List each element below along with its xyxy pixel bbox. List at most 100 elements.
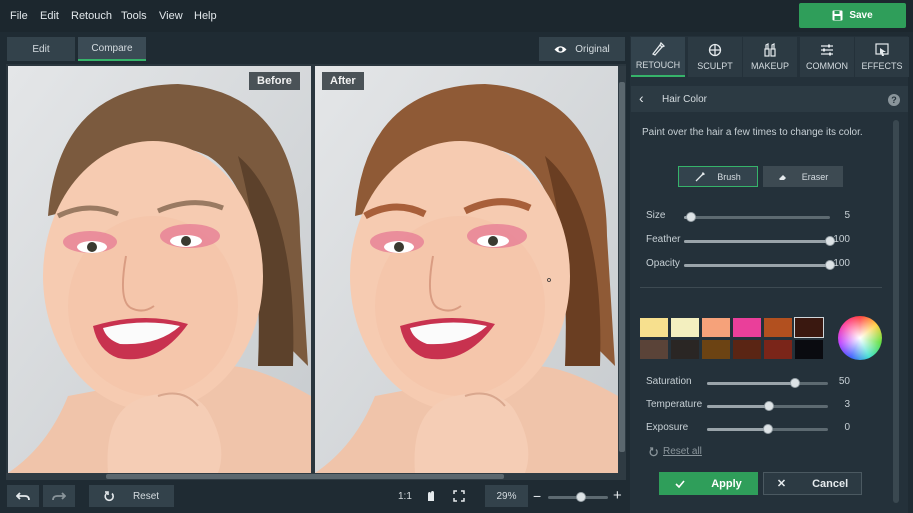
sculpt-icon	[708, 43, 722, 57]
slider-label-size: Size	[646, 210, 666, 221]
save-button[interactable]: Save	[799, 3, 906, 28]
sliders-icon	[821, 44, 833, 56]
edit-mode-label: Edit	[32, 43, 50, 55]
eraser-label: Eraser	[801, 171, 829, 182]
undo-button[interactable]	[7, 485, 39, 507]
slider-knob-temperature[interactable]	[764, 401, 774, 411]
brush-label: Brush	[717, 171, 741, 182]
reset-label: Reset	[132, 490, 160, 502]
zoom-slider-knob[interactable]	[576, 492, 586, 502]
reset-button[interactable]: Reset	[89, 485, 174, 507]
tab-retouch-label: RETOUCH	[635, 60, 681, 70]
apply-label: Apply	[711, 477, 742, 490]
compare-mode-button[interactable]: Compare	[78, 37, 146, 61]
check-icon	[675, 479, 685, 488]
slider-value-saturation: 50	[838, 376, 850, 387]
menu-file[interactable]: File	[10, 10, 28, 22]
color-swatch[interactable]	[640, 318, 668, 337]
cancel-button[interactable]: ✕ Cancel	[763, 472, 862, 495]
zoom-level-value: 29%	[496, 490, 517, 502]
menu-bar: File Edit Retouch Tools View Help	[0, 0, 913, 32]
panel-scrollbar[interactable]	[893, 120, 899, 503]
slider-value-size: 5	[844, 210, 850, 221]
slider-knob-size[interactable]	[686, 212, 696, 222]
menu-help[interactable]: Help	[194, 10, 217, 22]
vertical-scrollbar-thumb[interactable]	[619, 82, 625, 452]
help-icon[interactable]: ?	[888, 94, 900, 106]
portrait-before-image	[8, 66, 311, 473]
before-label: Before	[249, 72, 300, 90]
color-swatch[interactable]	[671, 318, 699, 337]
slider-value-feather: 100	[833, 234, 850, 245]
color-swatch[interactable]	[671, 340, 699, 359]
slider-value-exposure: 0	[844, 422, 850, 433]
slider-fill-temperature	[707, 405, 769, 408]
tab-effects[interactable]: EFFECTS	[855, 37, 909, 77]
vertical-scrollbar[interactable]	[618, 66, 626, 473]
brush-icon	[695, 171, 706, 181]
slider-track-size[interactable]	[684, 216, 830, 219]
slider-fill-feather	[684, 240, 830, 243]
menu-retouch[interactable]: Retouch	[71, 10, 112, 22]
tab-sculpt[interactable]: SCULPT	[688, 37, 742, 77]
slider-value-temperature: 3	[844, 399, 850, 410]
reset-icon	[104, 490, 114, 501]
before-photo[interactable]: Before	[8, 66, 311, 473]
zoom-level-field[interactable]: 29%	[485, 485, 528, 507]
tab-common[interactable]: COMMON	[800, 37, 854, 77]
menu-edit[interactable]: Edit	[40, 10, 59, 22]
slider-label-temperature: Temperature	[646, 399, 703, 410]
color-wheel[interactable]	[838, 316, 882, 360]
tab-effects-label: EFFECTS	[861, 61, 903, 71]
zoom-out-button[interactable]: −	[533, 489, 541, 503]
actual-size-button[interactable]: 1:1	[398, 491, 412, 502]
color-swatch[interactable]	[640, 340, 668, 359]
horizontal-scrollbar-thumb[interactable]	[106, 474, 504, 479]
edit-mode-button[interactable]: Edit	[7, 37, 75, 61]
back-arrow-icon[interactable]: ‹	[639, 90, 644, 106]
color-swatch[interactable]	[764, 340, 792, 359]
zoom-in-button[interactable]: +	[613, 488, 622, 503]
eraser-icon	[778, 174, 786, 180]
eraser-button[interactable]: Eraser	[763, 166, 843, 187]
close-icon: ✕	[776, 478, 787, 490]
brush-button[interactable]: Brush	[678, 166, 758, 187]
color-swatch[interactable]	[733, 318, 761, 337]
slider-knob-exposure[interactable]	[763, 424, 773, 434]
color-swatch[interactable]	[764, 318, 792, 337]
tab-retouch[interactable]: RETOUCH	[631, 37, 685, 77]
after-photo[interactable]: After	[315, 66, 618, 473]
floppy-disk-icon	[832, 10, 843, 21]
color-swatch[interactable]	[702, 318, 730, 337]
effects-icon	[875, 43, 889, 56]
reset-all-link[interactable]: Reset all	[663, 446, 702, 457]
after-label: After	[322, 72, 364, 90]
hand-icon[interactable]	[425, 490, 437, 502]
horizontal-scrollbar[interactable]	[6, 473, 626, 480]
panel-divider	[640, 287, 882, 288]
slider-fill-opacity	[684, 264, 830, 267]
color-swatch[interactable]	[702, 340, 730, 359]
original-button[interactable]: Original	[539, 37, 625, 61]
color-swatch[interactable]	[794, 317, 824, 338]
redo-button[interactable]	[43, 485, 75, 507]
tab-common-label: COMMON	[806, 61, 848, 71]
compare-mode-label: Compare	[91, 42, 133, 54]
portrait-after-image	[315, 66, 618, 473]
tab-makeup-label: MAKEUP	[750, 61, 789, 71]
original-label: Original	[575, 43, 610, 55]
slider-fill-exposure	[707, 428, 768, 431]
slider-value-opacity: 100	[833, 258, 850, 269]
menu-view[interactable]: View	[159, 10, 183, 22]
apply-button[interactable]: Apply	[659, 472, 758, 495]
lipstick-icon	[764, 43, 776, 57]
menu-tools[interactable]: Tools	[121, 10, 147, 22]
slider-label-exposure: Exposure	[646, 422, 689, 433]
slider-knob-saturation[interactable]	[790, 378, 800, 388]
fit-screen-icon[interactable]	[453, 490, 465, 502]
instruction-text: Paint over the hair a few times to chang…	[642, 127, 863, 138]
tab-makeup[interactable]: MAKEUP	[743, 37, 797, 77]
color-swatch[interactable]	[733, 340, 761, 359]
eye-icon	[554, 45, 567, 53]
color-swatch[interactable]	[795, 340, 823, 359]
